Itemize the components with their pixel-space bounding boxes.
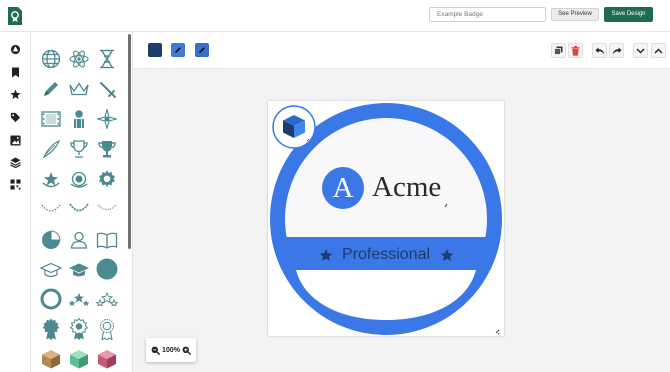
pen-icon[interactable] bbox=[40, 78, 62, 100]
color-swatch-tertiary[interactable] bbox=[195, 43, 209, 57]
hourglass-icon[interactable] bbox=[96, 48, 118, 70]
trophy-outline-icon[interactable] bbox=[68, 138, 90, 160]
move-down-button[interactable] bbox=[633, 43, 648, 58]
graduation-cap-outline-icon[interactable] bbox=[40, 259, 62, 281]
duplicate-button[interactable] bbox=[551, 43, 566, 58]
zoom-in-button[interactable] bbox=[182, 346, 191, 355]
see-preview-button[interactable]: See Preview bbox=[551, 8, 599, 21]
wreath-arc-icon[interactable] bbox=[68, 198, 90, 220]
save-design-button[interactable]: Save Design bbox=[604, 7, 653, 22]
copy-icon bbox=[554, 46, 563, 55]
zoom-level: 100% bbox=[162, 346, 180, 354]
color-swatch-primary[interactable] bbox=[148, 43, 162, 57]
sidebar-rail bbox=[0, 32, 31, 372]
elements-panel-scrollbar[interactable] bbox=[128, 34, 131, 249]
cube-green-icon[interactable] bbox=[68, 348, 90, 370]
atom-icon[interactable] bbox=[68, 48, 90, 70]
cube-pink-icon[interactable] bbox=[96, 348, 118, 370]
redo-button[interactable] bbox=[609, 43, 624, 58]
rosette-outline-icon[interactable] bbox=[68, 318, 90, 340]
film-strip-icon[interactable] bbox=[40, 108, 62, 130]
pencil-icon bbox=[199, 47, 205, 53]
image-icon[interactable] bbox=[9, 134, 21, 146]
user-outline-icon[interactable] bbox=[68, 229, 90, 251]
layers-icon[interactable] bbox=[9, 156, 21, 168]
move-up-button[interactable] bbox=[651, 43, 666, 58]
elements-panel bbox=[31, 32, 133, 372]
badge-artboard[interactable]: A Acme Professional bbox=[268, 101, 504, 336]
gear-seal-icon[interactable] bbox=[96, 168, 118, 190]
design-toolbar bbox=[133, 32, 670, 69]
compass-star-icon[interactable] bbox=[96, 108, 118, 130]
person-bust-icon[interactable] bbox=[68, 108, 90, 130]
star-icon[interactable] bbox=[9, 88, 21, 100]
star-medal-icon[interactable] bbox=[40, 168, 62, 190]
open-book-icon[interactable] bbox=[96, 229, 118, 251]
feather-icon[interactable] bbox=[40, 138, 62, 160]
color-swatch-secondary[interactable] bbox=[171, 43, 185, 57]
tag-icon[interactable] bbox=[9, 111, 21, 123]
undo-button[interactable] bbox=[592, 43, 607, 58]
brand-name[interactable]: Acme bbox=[372, 170, 441, 204]
globe-icon[interactable] bbox=[40, 48, 62, 70]
chevron-down-icon bbox=[636, 48, 645, 53]
cube-tan-icon[interactable] bbox=[40, 348, 62, 370]
sword-icon[interactable] bbox=[96, 78, 118, 100]
graduation-cap-icon[interactable] bbox=[68, 259, 90, 281]
zoom-out-icon bbox=[151, 346, 161, 355]
badge-name-input[interactable] bbox=[429, 7, 546, 22]
seal-icon[interactable] bbox=[68, 168, 90, 190]
laurel-arc-icon[interactable] bbox=[40, 198, 62, 220]
zoom-out-button[interactable] bbox=[151, 346, 161, 355]
shapes-icon[interactable] bbox=[9, 43, 21, 55]
top-bar: See Preview Save Design bbox=[0, 0, 670, 32]
three-stars-outline-icon[interactable] bbox=[96, 288, 118, 310]
filled-circle-icon[interactable] bbox=[96, 258, 118, 280]
chevron-up-icon bbox=[654, 48, 663, 53]
redo-icon bbox=[612, 47, 621, 54]
banner-text[interactable]: Professional bbox=[268, 245, 504, 265]
trophy-icon[interactable] bbox=[96, 138, 118, 160]
award-ribbon-outline-icon[interactable] bbox=[96, 318, 118, 340]
brand-letter[interactable]: A bbox=[322, 167, 364, 209]
pie-chart-icon[interactable] bbox=[40, 229, 62, 251]
zoom-control: 100% bbox=[146, 338, 196, 362]
bookmark-icon[interactable] bbox=[9, 66, 21, 78]
delete-button[interactable] bbox=[568, 43, 583, 58]
qr-code-icon[interactable] bbox=[9, 178, 21, 190]
undo-icon bbox=[595, 47, 604, 54]
ring-icon[interactable] bbox=[40, 288, 62, 310]
trash-icon bbox=[571, 45, 580, 56]
crown-icon[interactable] bbox=[68, 78, 90, 100]
three-stars-icon[interactable] bbox=[68, 288, 90, 310]
pencil-icon bbox=[175, 47, 181, 53]
ribbon-arc-icon[interactable] bbox=[96, 198, 118, 220]
app-logo-icon[interactable] bbox=[7, 6, 23, 26]
zoom-in-icon bbox=[182, 346, 191, 355]
rosette-icon[interactable] bbox=[40, 318, 62, 340]
